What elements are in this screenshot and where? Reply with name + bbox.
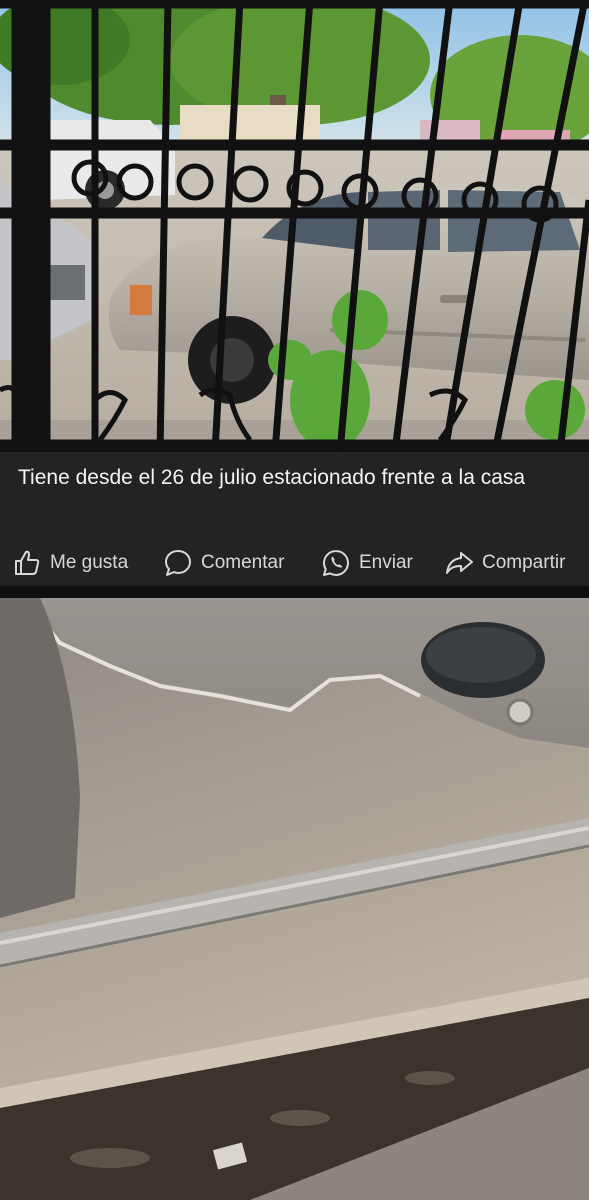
post-action-bar: Me gusta Comentar Enviar Compartir — [0, 540, 589, 586]
thumbs-up-icon — [15, 550, 40, 575]
post-caption: Tiene desde el 26 de julio estacionado f… — [0, 452, 589, 540]
send-button[interactable]: Enviar — [321, 540, 413, 586]
share-label: Compartir — [482, 552, 566, 573]
post-photo-car-door[interactable] — [0, 598, 589, 1200]
post-separator — [0, 586, 589, 598]
speech-bubble-icon — [165, 550, 191, 576]
like-button[interactable]: Me gusta — [12, 540, 128, 586]
like-label: Me gusta — [50, 552, 129, 573]
share-arrow-icon — [446, 552, 473, 574]
whatsapp-icon — [323, 550, 349, 576]
post-photo-fence-car[interactable] — [0, 0, 589, 452]
share-button[interactable]: Compartir — [444, 540, 565, 586]
fence-car-image — [0, 0, 589, 452]
comment-button[interactable]: Comentar — [163, 540, 284, 586]
send-label: Enviar — [359, 552, 413, 573]
comment-label: Comentar — [201, 552, 285, 573]
car-door-image — [0, 598, 589, 1200]
caption-text: Tiene desde el 26 de julio estacionado f… — [18, 466, 526, 489]
